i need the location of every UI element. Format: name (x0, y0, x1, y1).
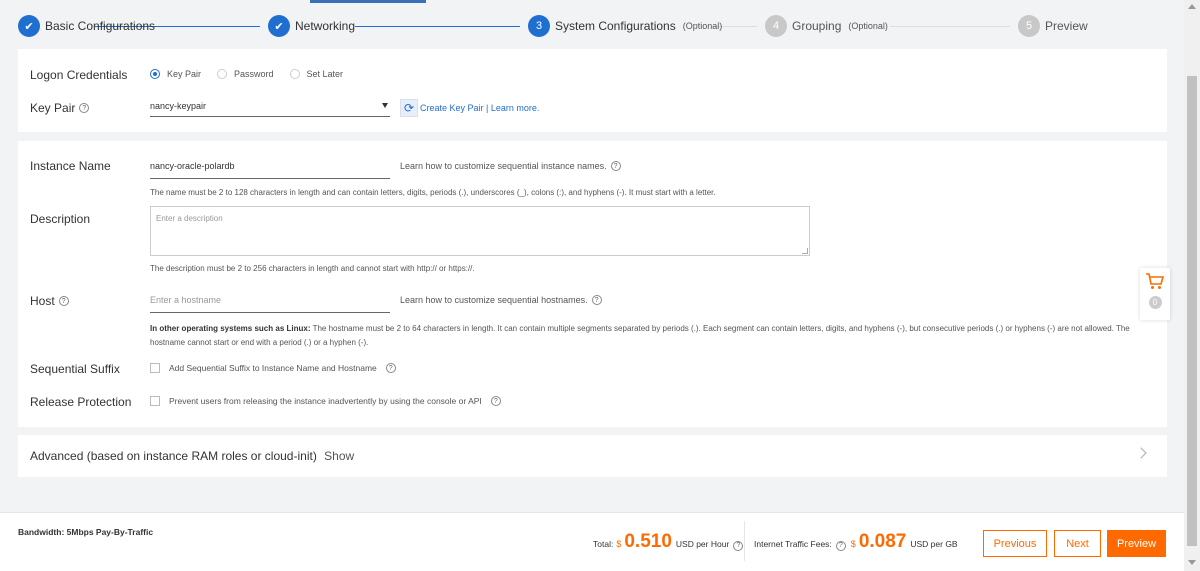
cart-icon (1146, 273, 1165, 289)
step-basic-configurations[interactable]: ✔ Basic Configurations (18, 15, 155, 37)
description-help: The description must be 2 to 256 charact… (150, 264, 475, 273)
previous-button[interactable]: Previous (983, 530, 1047, 557)
next-button[interactable]: Next (1054, 530, 1101, 557)
traffic-fee: Internet Traffic Fees: ? $ 0.087 USD per… (754, 531, 958, 552)
logon-panel: Logon Credentials Key Pair Password Set … (18, 49, 1167, 132)
key-pair-label: Key Pair ? (30, 101, 90, 115)
step-system-configurations[interactable]: 3 System Configurations (Optional) (528, 15, 722, 37)
radio-password[interactable]: Password (217, 69, 274, 79)
learn-more-link[interactable]: Learn more. (491, 103, 540, 113)
wizard-steps: ✔ Basic Configurations ✔ Networking 3 Sy… (0, 0, 1184, 50)
radio-key-pair[interactable]: Key Pair (150, 69, 201, 79)
help-icon[interactable]: ? (58, 296, 69, 306)
help-icon[interactable]: ? (733, 540, 744, 551)
hostname-input[interactable]: Enter a hostname (150, 293, 390, 313)
release-protection-label: Release Protection (30, 395, 132, 409)
step-number: 3 (528, 15, 550, 37)
sequential-suffix-option[interactable]: Add Sequential Suffix to Instance Name a… (150, 363, 396, 373)
footer-divider (744, 521, 745, 561)
help-icon[interactable]: ? (490, 396, 501, 406)
total-amount: 0.510 (624, 531, 672, 552)
checkmark-icon: ✔ (18, 15, 40, 37)
sequential-suffix-label: Sequential Suffix (30, 362, 120, 376)
release-protection-option[interactable]: Prevent users from releasing the instanc… (150, 396, 501, 406)
radio-set-later[interactable]: Set Later (289, 69, 343, 79)
refresh-icon[interactable]: ⟳ (400, 99, 418, 117)
scroll-up-icon[interactable] (1188, 4, 1196, 9)
preview-button[interactable]: Preview (1107, 530, 1166, 557)
sequential-suffix-checkbox[interactable] (150, 363, 160, 373)
caret-down-icon (382, 103, 388, 108)
help-icon[interactable]: ? (591, 295, 602, 305)
advanced-label: Advanced (based on instance RAM roles or… (30, 449, 355, 463)
create-key-pair-link[interactable]: Create Key Pair (420, 103, 484, 113)
instance-name-help: The name must be 2 to 128 characters in … (150, 188, 716, 197)
resize-handle-icon[interactable] (802, 248, 808, 254)
step-connector (355, 26, 520, 27)
step-preview[interactable]: 5 Preview (1018, 15, 1088, 37)
footer-bar: Bandwidth: 5Mbps Pay-By-Traffic Total: $… (0, 512, 1184, 571)
checkmark-icon: ✔ (268, 15, 290, 37)
scroll-thumb[interactable] (1187, 76, 1197, 546)
description-label: Description (30, 212, 91, 226)
radio-checked-icon (150, 69, 160, 79)
instance-name-label: Instance Name (30, 159, 111, 173)
help-icon[interactable]: ? (385, 363, 396, 373)
hostname-hint[interactable]: Learn how to customize sequential hostna… (400, 295, 602, 305)
advanced-show-link[interactable]: Show (324, 449, 354, 463)
advanced-panel[interactable]: Advanced (based on instance RAM roles or… (18, 435, 1167, 477)
logon-radio-group: Key Pair Password Set Later (150, 69, 359, 79)
logon-credentials-label: Logon Credentials (30, 68, 128, 82)
total-price: Total: $ 0.510 USD per Hour ? (593, 531, 744, 553)
step-number: 5 (1018, 15, 1040, 37)
scroll-down-icon[interactable] (1188, 560, 1196, 565)
help-icon[interactable]: ? (835, 540, 846, 551)
description-textarea[interactable]: Enter a description (150, 206, 810, 256)
step-connector (890, 26, 1010, 27)
shopping-cart-widget[interactable]: 0 (1140, 268, 1170, 320)
instance-name-hint[interactable]: Learn how to customize sequential instan… (400, 161, 621, 171)
step-grouping[interactable]: 4 Grouping (Optional) (765, 15, 888, 37)
instance-name-input[interactable]: nancy-oracle-polardb (150, 159, 390, 179)
hostname-help: In other operating systems such as Linux… (150, 324, 1130, 347)
scrollbar[interactable] (1184, 0, 1200, 571)
step-number: 4 (765, 15, 787, 37)
key-pair-links: Create Key Pair | Learn more. (420, 103, 540, 113)
chevron-right-icon[interactable] (1135, 447, 1147, 459)
radio-unchecked-icon (217, 69, 228, 79)
host-label: Host ? (30, 294, 69, 308)
cart-count-badge: 0 (1148, 296, 1162, 309)
instance-panel: Instance Name nancy-oracle-polardb Learn… (18, 141, 1167, 427)
help-icon[interactable]: ? (79, 103, 90, 113)
radio-unchecked-icon (289, 69, 300, 79)
active-tab-indicator (310, 0, 426, 3)
bandwidth-info: Bandwidth: 5Mbps Pay-By-Traffic (18, 527, 154, 537)
key-pair-select[interactable]: nancy-keypair (150, 97, 390, 117)
traffic-amount: 0.087 (858, 531, 907, 552)
release-protection-checkbox[interactable] (150, 396, 160, 406)
step-networking[interactable]: ✔ Networking (268, 15, 355, 37)
help-icon[interactable]: ? (610, 161, 621, 171)
